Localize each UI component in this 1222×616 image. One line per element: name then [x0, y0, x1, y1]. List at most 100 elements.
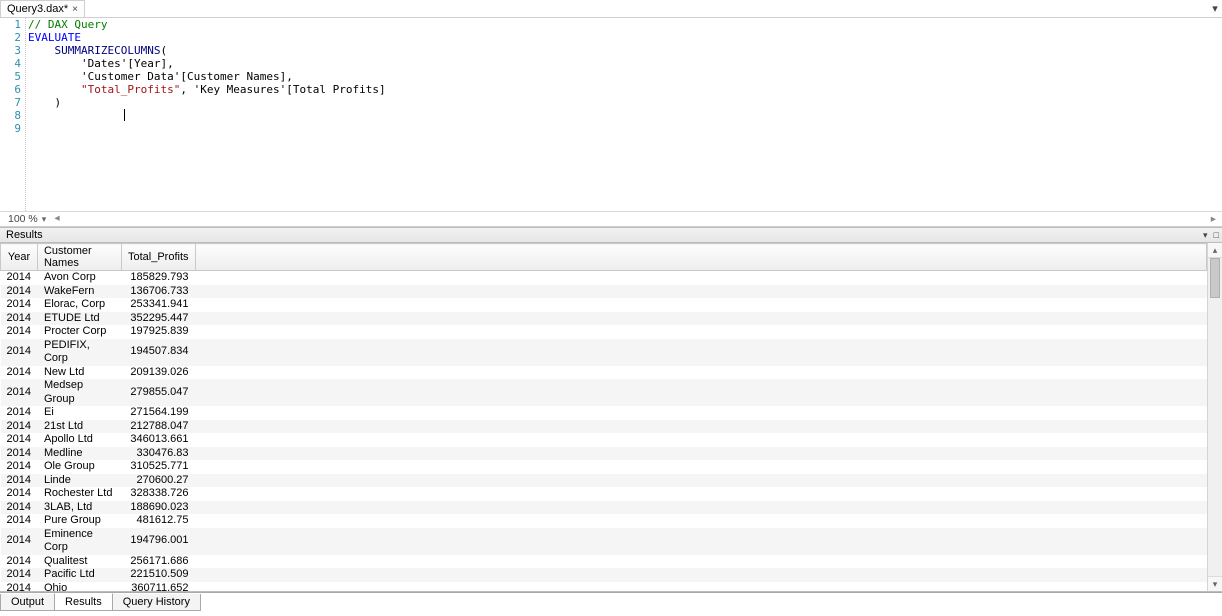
tab-results[interactable]: Results — [54, 593, 113, 611]
column-header-customer-names[interactable]: Customer Names — [37, 244, 121, 271]
cell-total-profits: 279855.047 — [121, 379, 195, 406]
scroll-down-arrow-icon[interactable]: ▾ — [1208, 576, 1222, 591]
cell-customer-name: Eminence Corp — [37, 528, 121, 555]
cell-total-profits: 330476.83 — [121, 447, 195, 461]
cell-customer-name: Procter Corp — [37, 325, 121, 339]
cell-total-profits: 352295.447 — [121, 312, 195, 326]
vertical-scrollbar[interactable]: ▴ ▾ — [1207, 243, 1222, 591]
code-fn-summarizecolumns: SUMMARIZECOLUMNS — [55, 44, 161, 57]
cell-customer-name: Linde — [37, 474, 121, 488]
cell-year: 2014 — [1, 487, 38, 501]
cell-total-profits: 185829.793 — [121, 271, 195, 285]
table-row[interactable]: 201421st Ltd212788.047 — [1, 420, 1207, 434]
cell-customer-name: 3LAB, Ltd — [37, 501, 121, 515]
results-table: Year Customer Names Total_Profits 2014Av… — [0, 243, 1207, 591]
table-row[interactable]: 2014Ohio360711.652 — [1, 582, 1207, 592]
table-row[interactable]: 2014Linde270600.27 — [1, 474, 1207, 488]
tab-query-history[interactable]: Query History — [112, 594, 201, 611]
cell-total-profits: 197925.839 — [121, 325, 195, 339]
table-row[interactable]: 2014Ole Group310525.771 — [1, 460, 1207, 474]
cell-total-profits: 328338.726 — [121, 487, 195, 501]
cell-total-profits: 194796.001 — [121, 528, 195, 555]
cell-customer-name: 21st Ltd — [37, 420, 121, 434]
cell-total-profits: 270600.27 — [121, 474, 195, 488]
column-header-filler — [195, 244, 1206, 271]
table-row[interactable]: 2014WakeFern136706.733 — [1, 285, 1207, 299]
cell-customer-name: Medsep Group — [37, 379, 121, 406]
cell-customer-name: Medline — [37, 447, 121, 461]
column-header-year[interactable]: Year — [1, 244, 38, 271]
zoom-level[interactable]: 100 % — [0, 213, 42, 225]
cell-total-profits: 271564.199 — [121, 406, 195, 420]
close-tab-icon[interactable]: × — [72, 4, 78, 15]
scroll-up-arrow-icon[interactable]: ▴ — [1208, 243, 1222, 258]
table-row[interactable]: 2014Eminence Corp194796.001 — [1, 528, 1207, 555]
cell-total-profits: 481612.75 — [121, 514, 195, 528]
cell-total-profits: 194507.834 — [121, 339, 195, 366]
table-row[interactable]: 2014Medsep Group279855.047 — [1, 379, 1207, 406]
document-tab[interactable]: Query3.dax* × — [0, 0, 85, 17]
cell-total-profits: 221510.509 — [121, 568, 195, 582]
cell-year: 2014 — [1, 298, 38, 312]
hscroll-left-icon[interactable]: ◂ — [52, 212, 61, 226]
table-row[interactable]: 2014Apollo Ltd346013.661 — [1, 433, 1207, 447]
cell-total-profits: 256171.686 — [121, 555, 195, 569]
results-grid-wrap: Year Customer Names Total_Profits 2014Av… — [0, 243, 1222, 592]
table-row[interactable]: 2014Pacific Ltd221510.509 — [1, 568, 1207, 582]
code-arg-dates-year: 'Dates'[Year], — [81, 57, 174, 70]
scrollbar-thumb[interactable] — [1210, 258, 1220, 298]
bottom-toolwindow-tabs: Output Results Query History — [0, 592, 1222, 614]
hscroll-right-icon[interactable]: ▸ — [1211, 213, 1222, 225]
results-panel-pin-icon[interactable]: □ — [1211, 230, 1222, 240]
table-row[interactable]: 2014PEDIFIX, Corp194507.834 — [1, 339, 1207, 366]
code-arg-customer-names: 'Customer Data'[Customer Names], — [81, 70, 293, 83]
cell-year: 2014 — [1, 325, 38, 339]
code-editor[interactable]: 1 2 3 4 5 6 7 8 9 // DAX Query EVALUATE … — [0, 18, 1222, 227]
table-row[interactable]: 2014ETUDE Ltd352295.447 — [1, 312, 1207, 326]
table-row[interactable]: 2014Elorac, Corp253341.941 — [1, 298, 1207, 312]
cell-customer-name: Elorac, Corp — [37, 298, 121, 312]
cell-year: 2014 — [1, 568, 38, 582]
cell-total-profits: 310525.771 — [121, 460, 195, 474]
table-row[interactable]: 2014Avon Corp185829.793 — [1, 271, 1207, 285]
tab-menu-chevron-icon[interactable]: ▾ — [1208, 0, 1222, 17]
cell-year: 2014 — [1, 379, 38, 406]
table-row[interactable]: 2014Pure Group481612.75 — [1, 514, 1207, 528]
cell-year: 2014 — [1, 501, 38, 515]
table-row[interactable]: 2014Qualitest256171.686 — [1, 555, 1207, 569]
column-header-total-profits[interactable]: Total_Profits — [121, 244, 195, 271]
cell-total-profits: 188690.023 — [121, 501, 195, 515]
cell-year: 2014 — [1, 433, 38, 447]
cell-total-profits: 360711.652 — [121, 582, 195, 592]
tab-output[interactable]: Output — [0, 594, 55, 611]
zoom-dropdown-icon[interactable]: ▾ — [42, 214, 53, 225]
code-area[interactable]: 1 2 3 4 5 6 7 8 9 // DAX Query EVALUATE … — [0, 18, 1222, 211]
results-grid[interactable]: Year Customer Names Total_Profits 2014Av… — [0, 243, 1207, 591]
code-lines[interactable]: // DAX Query EVALUATE SUMMARIZECOLUMNS( … — [26, 18, 386, 211]
table-row[interactable]: 2014Rochester Ltd328338.726 — [1, 487, 1207, 501]
results-panel-dropdown-icon[interactable]: ▾ — [1200, 230, 1211, 241]
cell-year: 2014 — [1, 312, 38, 326]
document-tab-title: Query3.dax* — [7, 3, 68, 15]
cell-year: 2014 — [1, 406, 38, 420]
cell-year: 2014 — [1, 285, 38, 299]
cell-year: 2014 — [1, 420, 38, 434]
cell-year: 2014 — [1, 582, 38, 592]
code-keyword-evaluate: EVALUATE — [28, 31, 81, 44]
line-number-gutter: 1 2 3 4 5 6 7 8 9 — [0, 18, 26, 211]
table-row[interactable]: 2014New Ltd209139.026 — [1, 366, 1207, 380]
cell-customer-name: Ei — [37, 406, 121, 420]
table-row[interactable]: 2014Ei271564.199 — [1, 406, 1207, 420]
cell-year: 2014 — [1, 271, 38, 285]
cell-customer-name: PEDIFIX, Corp — [37, 339, 121, 366]
cell-customer-name: WakeFern — [37, 285, 121, 299]
scrollbar-track[interactable] — [1208, 258, 1222, 576]
cell-total-profits: 253341.941 — [121, 298, 195, 312]
table-row[interactable]: 2014Medline330476.83 — [1, 447, 1207, 461]
text-caret — [124, 109, 125, 121]
table-row[interactable]: 2014Procter Corp197925.839 — [1, 325, 1207, 339]
cell-customer-name: Ole Group — [37, 460, 121, 474]
table-row[interactable]: 20143LAB, Ltd188690.023 — [1, 501, 1207, 515]
code-string-total-profits: "Total_Profits" — [81, 83, 180, 96]
cell-year: 2014 — [1, 474, 38, 488]
